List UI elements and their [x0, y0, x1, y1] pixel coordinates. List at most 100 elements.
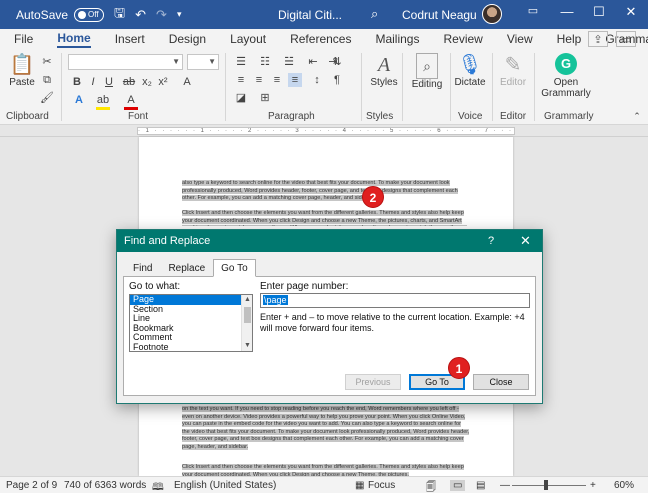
paste-button[interactable]: 📋 Paste — [8, 53, 36, 88]
subscript-icon[interactable]: x₂ — [140, 75, 154, 89]
tab-insert[interactable]: Insert — [115, 32, 145, 46]
tab-replace[interactable]: Replace — [160, 259, 213, 277]
bold-icon[interactable]: B — [70, 75, 84, 89]
open-grammarly-label: Open Grammarly — [541, 77, 591, 99]
align-left-icon[interactable]: ≡ — [234, 73, 248, 87]
justify-icon[interactable]: ≡ — [288, 73, 302, 87]
align-center-icon[interactable]: ≡ — [252, 73, 266, 87]
superscript-icon[interactable]: x² — [156, 75, 170, 89]
dialog-title-bar[interactable]: Find and Replace ? ✕ — [117, 230, 542, 252]
status-bar: Page 2 of 9 740 of 6363 words 🕮 English … — [0, 476, 648, 493]
show-marks-icon[interactable]: ¶ — [330, 73, 344, 87]
share-icon[interactable]: ⇪ — [588, 31, 608, 47]
close-icon[interactable]: ✕ — [520, 230, 531, 252]
tab-home[interactable]: Home — [57, 31, 91, 48]
tab-layout[interactable]: Layout — [230, 32, 266, 46]
sort-icon[interactable]: ⇅ — [330, 55, 344, 69]
annotation-badge-1: 1 — [448, 357, 470, 379]
underline-icon[interactable]: U — [102, 75, 116, 89]
maximize-icon[interactable]: ☐ — [588, 4, 610, 24]
divider — [450, 53, 451, 121]
strikethrough-icon[interactable]: ab — [122, 75, 136, 89]
magnifier-icon: ⌕ — [416, 53, 438, 79]
word-count[interactable]: 740 of 6363 words — [64, 480, 146, 491]
tab-mailings[interactable]: Mailings — [375, 32, 419, 46]
zoom-level[interactable]: 60% — [614, 480, 634, 491]
proofing-icon[interactable]: 🕮 — [152, 480, 164, 493]
collapse-ribbon-icon[interactable]: ⌃ — [630, 109, 644, 123]
language[interactable]: English (United States) — [174, 480, 276, 491]
avatar[interactable] — [482, 4, 502, 24]
scroll-down-icon[interactable]: ▼ — [242, 341, 253, 351]
minimize-icon[interactable]: — — [556, 4, 578, 24]
tab-file[interactable]: File — [14, 32, 33, 46]
zoom-slider[interactable] — [512, 485, 586, 486]
zoom-in-icon[interactable]: + — [590, 480, 596, 491]
ruler[interactable]: · 1 · · · · · · 1 · · · · · 2 · · · · · … — [0, 125, 648, 137]
comments-icon[interactable]: ▭ — [616, 31, 636, 47]
previous-button[interactable]: Previous — [345, 374, 401, 390]
close-window-icon[interactable]: ✕ — [620, 4, 642, 24]
open-grammarly-button[interactable]: G Open Grammarly — [538, 53, 594, 99]
list-item[interactable]: Footnote — [130, 342, 252, 353]
shading-icon[interactable]: ◪ — [234, 91, 248, 105]
font-name-dropdown[interactable]: ▼ — [68, 54, 183, 70]
bullets-icon[interactable]: ☰ — [234, 55, 248, 69]
ribbon-display-options-icon[interactable]: ▭ — [522, 4, 544, 24]
tab-help[interactable]: Help — [557, 32, 582, 46]
scroll-thumb[interactable] — [244, 307, 251, 323]
text-effects-icon[interactable]: A — [72, 93, 86, 107]
font-color-icon[interactable]: A — [124, 93, 138, 110]
copy-icon[interactable]: ⧉ — [40, 73, 54, 87]
line-spacing-icon[interactable]: ↕ — [310, 73, 324, 87]
page-count[interactable]: Page 2 of 9 — [6, 480, 57, 491]
grow-font-icon[interactable]: A — [180, 75, 194, 89]
web-layout-icon[interactable]: ▤ — [476, 480, 485, 491]
user-name[interactable]: Codrut Neagu — [402, 8, 477, 22]
tab-goto[interactable]: Go To — [213, 259, 256, 277]
redo-icon[interactable]: ↷ — [156, 7, 167, 23]
print-layout-icon[interactable]: ▭ — [450, 480, 466, 491]
numbering-icon[interactable]: ☷ — [258, 55, 272, 69]
highlight-icon[interactable]: ab — [96, 93, 110, 110]
paragraph-text: on the text you want. If you need to sto… — [182, 406, 470, 450]
focus-icon[interactable]: ▦ — [355, 480, 364, 491]
close-button[interactable]: Close — [473, 374, 529, 390]
tab-references[interactable]: References — [290, 32, 351, 46]
italic-icon[interactable]: I — [86, 75, 100, 89]
cut-icon[interactable]: ✂ — [40, 55, 54, 69]
read-mode-icon[interactable]: 🗐 — [426, 480, 436, 493]
tab-view[interactable]: View — [507, 32, 533, 46]
divider — [492, 53, 493, 121]
microphone-icon: 🎙 — [457, 54, 483, 76]
undo-icon[interactable]: ↶ — [135, 7, 146, 23]
customize-toolbar-icon[interactable]: ▾ — [177, 9, 182, 20]
focus-button[interactable]: Focus — [368, 480, 395, 491]
zoom-slider-thumb[interactable] — [544, 480, 548, 490]
paragraph-text: Click Insert and then choose the element… — [182, 210, 468, 226]
decrease-indent-icon[interactable]: ⇤ — [306, 55, 320, 69]
font-size-dropdown[interactable]: ▼ — [187, 54, 219, 70]
autosave-label: AutoSave — [16, 7, 69, 22]
tab-design[interactable]: Design — [169, 32, 206, 46]
scroll-up-icon[interactable]: ▲ — [242, 295, 253, 305]
tab-find[interactable]: Find — [125, 259, 160, 277]
borders-icon[interactable]: ⊞ — [258, 91, 272, 105]
save-icon[interactable]: 🖫 — [114, 4, 125, 26]
tab-review[interactable]: Review — [443, 32, 482, 46]
format-painter-icon[interactable]: 🖌 — [40, 91, 54, 105]
editor-button[interactable]: ✎ Editor — [496, 53, 530, 88]
editing-button[interactable]: ⌕ Editing — [408, 53, 446, 90]
dictate-button[interactable]: 🎙 Dictate — [452, 53, 488, 88]
goto-what-list[interactable]: Page Section Line Bookmark Comment Footn… — [129, 294, 253, 352]
align-right-icon[interactable]: ≡ — [270, 73, 284, 87]
zoom-out-icon[interactable]: — — [500, 480, 510, 491]
help-icon[interactable]: ? — [488, 230, 494, 252]
page-number-input[interactable]: \page — [260, 293, 530, 308]
styles-button[interactable]: A Styles — [366, 53, 402, 88]
autosave-toggle[interactable]: Off — [74, 7, 105, 22]
list-scrollbar[interactable]: ▲ ▼ — [241, 295, 252, 351]
multilevel-list-icon[interactable]: ☱ — [282, 55, 296, 69]
search-icon[interactable]: ⌕ — [371, 6, 378, 22]
document-paragraph: Click Insert and then choose the element… — [182, 464, 470, 476]
